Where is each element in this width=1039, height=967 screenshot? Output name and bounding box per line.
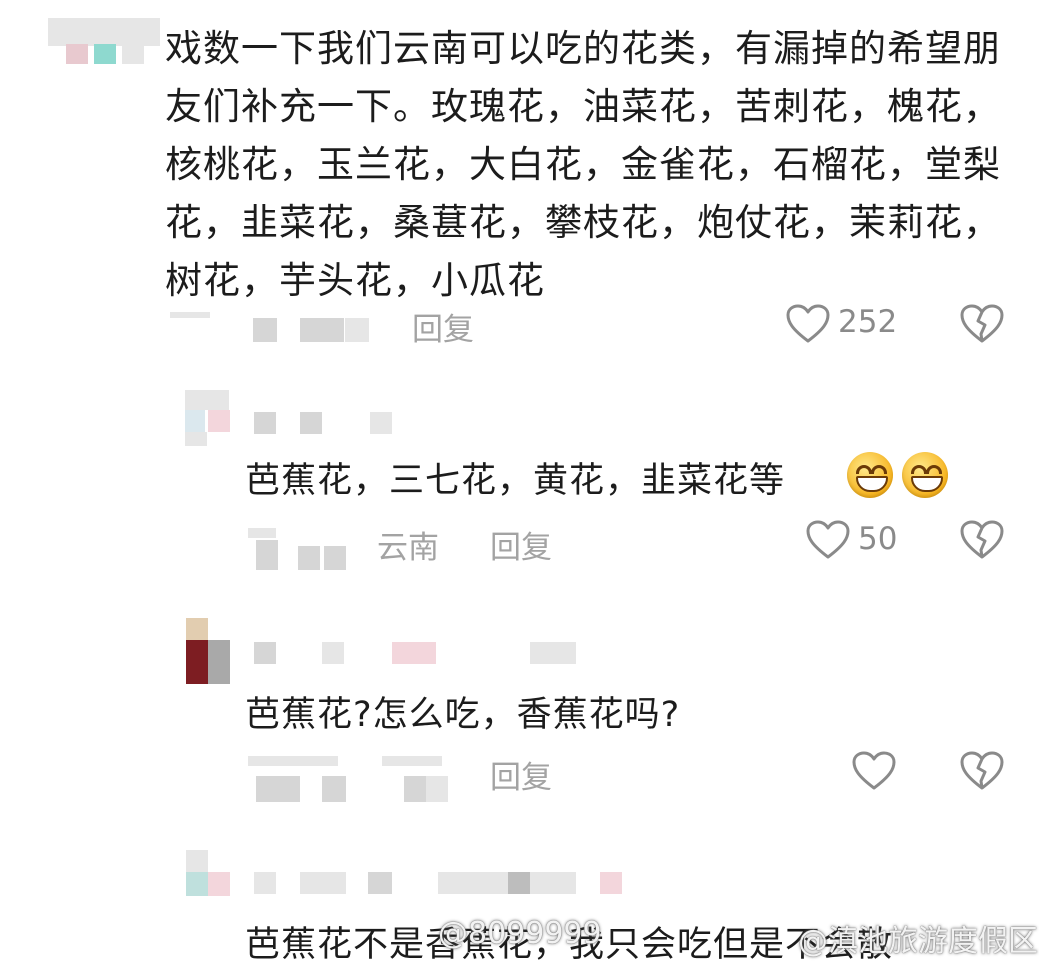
grinning-emoji-icon [847, 452, 893, 498]
heart-icon[interactable] [786, 304, 830, 344]
reply-button[interactable]: 回复 [490, 522, 552, 567]
heart-icon[interactable] [852, 751, 896, 791]
reply-button[interactable]: 回复 [412, 304, 474, 349]
like-count: 252 [838, 304, 898, 340]
broken-heart-icon[interactable] [960, 304, 1004, 344]
watermark-left: @8099999 [438, 916, 602, 951]
watermark-right: @滇池旅游度假区 [798, 924, 1038, 959]
reply-button[interactable]: 回复 [490, 752, 552, 797]
grinning-emoji-icon [902, 452, 948, 498]
location-label: 云南 [377, 530, 439, 566]
comment-text: 芭蕉花?怎么吃，香蕉花吗? [245, 695, 681, 735]
like-count: 50 [858, 521, 898, 557]
broken-heart-icon[interactable] [960, 520, 1004, 560]
comment-text: 芭蕉花，三七花，黄花，韭菜花等 [245, 461, 786, 501]
heart-icon[interactable] [806, 520, 850, 560]
comment-text: 戏数一下我们云南可以吃的花类，有漏掉的希望朋友们补充一下。玫瑰花，油菜花，苦刺花… [165, 27, 1001, 302]
broken-heart-icon[interactable] [960, 751, 1004, 791]
